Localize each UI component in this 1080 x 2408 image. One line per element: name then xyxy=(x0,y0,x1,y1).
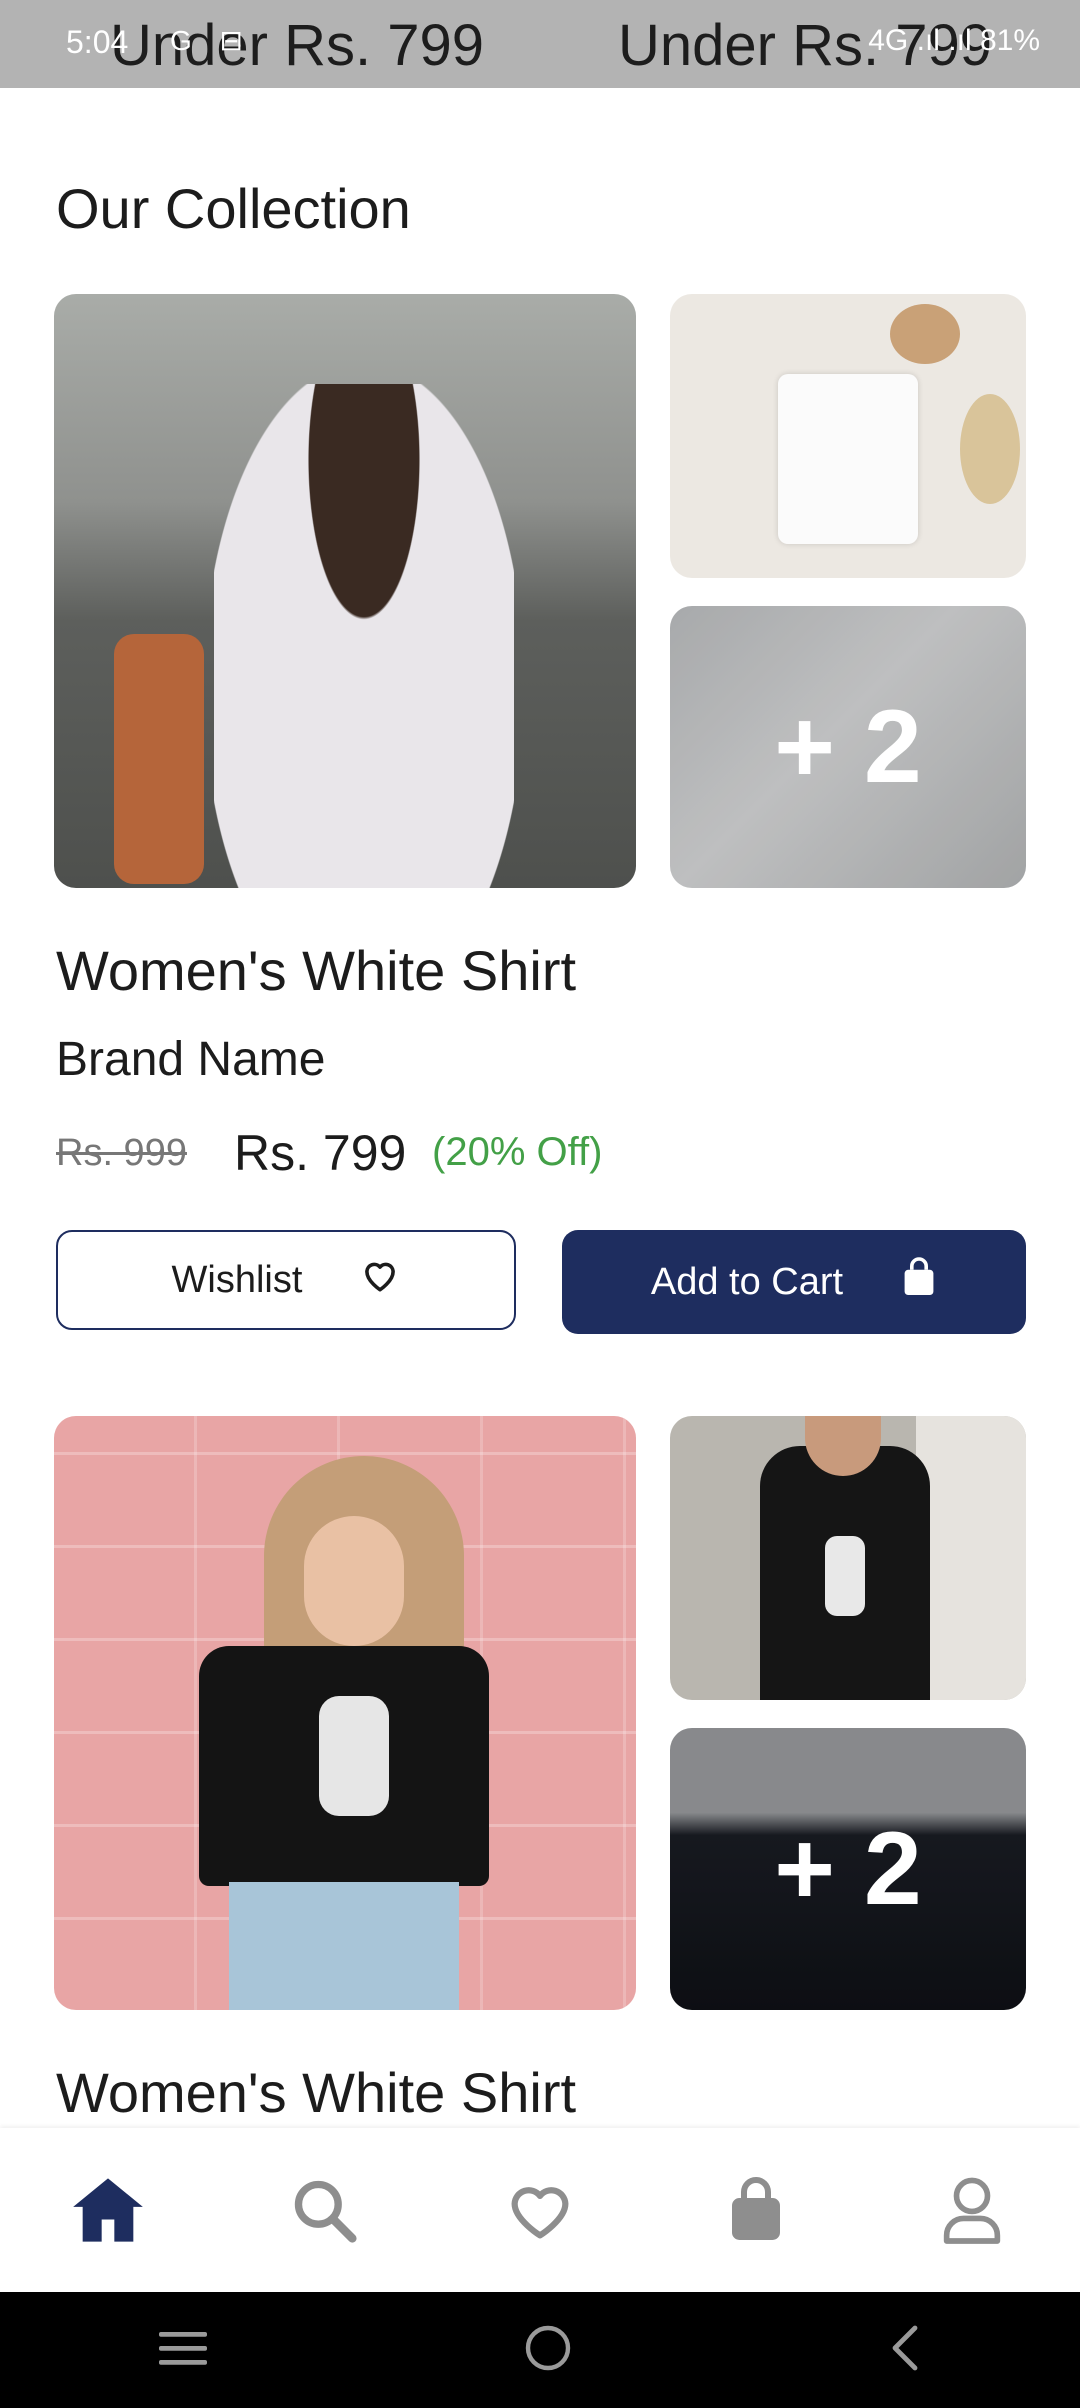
sale-price: Rs. 799 xyxy=(234,1125,407,1181)
product-1-thumb-1[interactable] xyxy=(670,294,1026,578)
image-detail xyxy=(825,1536,865,1616)
product-brand: Brand Name xyxy=(56,1033,326,1086)
menu-icon[interactable] xyxy=(157,2328,209,2373)
section-title: Our Collection xyxy=(56,177,411,240)
nav-search-icon[interactable] xyxy=(264,2150,384,2270)
image-detail xyxy=(778,374,918,544)
nav-profile-icon[interactable] xyxy=(912,2150,1032,2270)
product-1-thumb-2[interactable]: + 2 xyxy=(670,606,1026,888)
image-detail xyxy=(890,304,960,364)
nav-home-icon[interactable] xyxy=(48,2150,168,2270)
product-2-thumb-1[interactable] xyxy=(670,1416,1026,1700)
add-to-cart-label: Add to Cart xyxy=(650,1260,844,1303)
product-2-main-image[interactable] xyxy=(54,1416,636,2010)
image-detail xyxy=(229,1882,459,2010)
image-detail xyxy=(214,384,514,888)
status-time: 5:04 xyxy=(66,24,129,60)
product-1-main-image[interactable] xyxy=(54,294,636,888)
image-detail xyxy=(916,1416,1026,1700)
nav-bag-icon[interactable] xyxy=(696,2150,816,2270)
home-circle-icon[interactable] xyxy=(524,2324,572,2377)
image-detail xyxy=(304,1516,404,1646)
shopping-bag-icon xyxy=(901,1257,937,1307)
nav-heart-icon[interactable] xyxy=(480,2150,600,2270)
wishlist-label: Wishlist xyxy=(171,1258,303,1301)
add-to-cart-button[interactable]: Add to Cart xyxy=(562,1230,1026,1334)
product-2-thumb-2[interactable]: + 2 xyxy=(670,1728,1026,2010)
status-bar: Under Rs. 799 Under Rs. 799 5:04 G ⊟ 4G … xyxy=(0,0,1080,88)
system-navigation-bar xyxy=(0,2292,1080,2408)
product-title: Women's White Shirt xyxy=(56,939,577,1002)
product-title: Women's White Shirt xyxy=(56,2061,577,2124)
banner-label-left: Under Rs. 799 xyxy=(110,13,484,78)
back-icon[interactable] xyxy=(887,2324,923,2377)
status-signal-battery: 4G .ıl .ıl 81% xyxy=(868,24,1040,57)
more-images-count: + 2 xyxy=(670,606,1026,888)
wishlist-button[interactable]: Wishlist xyxy=(56,1230,516,1330)
heart-outline-icon xyxy=(360,1257,400,1303)
bottom-navigation xyxy=(0,2128,1080,2292)
status-notification-icons: G ⊟ xyxy=(170,25,254,56)
more-images-count: + 2 xyxy=(670,1728,1026,2010)
image-detail xyxy=(114,634,204,884)
image-detail xyxy=(319,1696,389,1816)
discount-label: (20% Off) xyxy=(432,1130,603,1174)
original-price: Rs. 999 xyxy=(56,1132,187,1174)
image-detail xyxy=(960,394,1020,504)
